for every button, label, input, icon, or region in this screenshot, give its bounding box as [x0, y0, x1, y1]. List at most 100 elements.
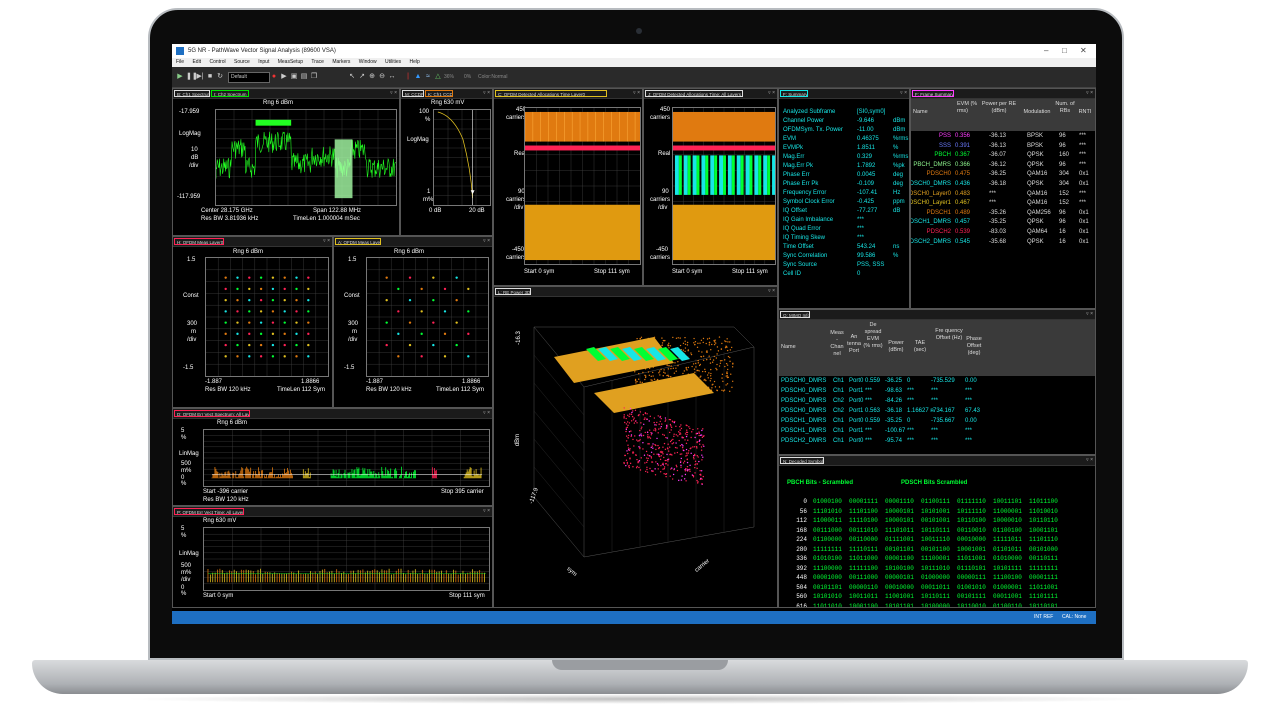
save-icon[interactable]: ▣	[290, 72, 298, 82]
re-point-magenta	[683, 460, 686, 462]
constellation-point	[283, 321, 286, 324]
step-icon[interactable]: ▶|	[196, 72, 204, 82]
panel-controls-icon[interactable]: ▿ ×	[390, 89, 397, 98]
marker-pointer-icon[interactable]: ↗	[358, 72, 366, 82]
re-point-orange	[687, 366, 690, 369]
app-icon	[176, 47, 184, 55]
re-point-magenta	[679, 432, 681, 434]
re-point-orange	[711, 361, 714, 363]
tab-decoded-symbols[interactable]: N: Decoded Symbols	[780, 457, 824, 464]
ccdf-marker	[470, 190, 475, 195]
menu-file[interactable]: File	[176, 59, 184, 65]
panel-controls-icon[interactable]: ▿ ×	[768, 287, 775, 296]
menu-window[interactable]: Window	[359, 59, 377, 65]
ccdf-tabs: M: CCDF1 K: Ch1 CCDF ▿ ×	[401, 89, 492, 99]
constellation-point	[271, 321, 275, 324]
frame-row-cell: 16	[1059, 238, 1066, 245]
constellation-point	[248, 287, 251, 291]
pause-icon[interactable]: ❚❚	[186, 72, 198, 82]
menu-input[interactable]: Input	[258, 59, 269, 65]
const2-plot[interactable]	[366, 257, 489, 377]
re-point-orange	[697, 359, 699, 362]
tab-ch1-ccdf[interactable]: K: Ch1 CCDF	[425, 90, 453, 97]
zoom-in-icon[interactable]: ⊕	[368, 72, 376, 82]
re-point-magenta	[691, 431, 693, 433]
errtime-plot[interactable]	[203, 527, 490, 591]
trace-icon[interactable]: ≈	[424, 72, 432, 82]
panel-controls-icon[interactable]: ▿ ×	[323, 237, 330, 246]
mimo-row-name: PDSCH0_DMRS	[781, 388, 827, 394]
layout-select[interactable]: Default	[228, 72, 270, 83]
tab-re-power-3d[interactable]: L: RE Power 3D	[495, 288, 531, 295]
stop-icon[interactable]: ■	[206, 72, 214, 82]
restart-icon[interactable]: ↻	[216, 72, 224, 82]
summary-label: Analyzed Subframe	[783, 109, 836, 115]
menu-control[interactable]: Control	[209, 59, 225, 65]
alloc1-plot[interactable]	[524, 107, 641, 265]
y-top-unit: %	[425, 117, 431, 123]
peak-icon[interactable]: ▲	[414, 72, 422, 82]
tab-err-vect-time[interactable]: P: OFDM Err Vect Time: All Layers	[174, 508, 244, 515]
re-point-magenta	[663, 434, 666, 436]
menu-source[interactable]: Source	[234, 59, 250, 65]
band-icon[interactable]: △	[434, 72, 442, 82]
tab-mimo-info[interactable]: Q: MIMO Info	[780, 311, 810, 318]
panel-controls-icon[interactable]: ▿ ×	[483, 409, 490, 418]
errspec-tabs: D: OFDM Err Vect Spectrum: All Layers ▿ …	[173, 409, 492, 419]
tab-frame-summary[interactable]: F: Frame Summary	[912, 90, 954, 97]
ccdf-plot[interactable]	[433, 109, 491, 206]
menu-markers[interactable]: Markers	[332, 59, 350, 65]
tab-alloc-all-layers[interactable]: J: OFDM Detected Allocations Time: All L…	[645, 90, 743, 97]
panel-controls-icon[interactable]: ▿ ×	[1086, 89, 1093, 98]
panel-controls-icon[interactable]: ▿ ×	[483, 89, 490, 98]
close-icon[interactable]: ✕	[1080, 44, 1087, 58]
record-icon[interactable]: ●	[270, 72, 278, 82]
copy-icon[interactable]: ❐	[310, 72, 318, 82]
tab-ch1-spectrum[interactable]: B: Ch1 Spectrum	[174, 90, 210, 97]
tab-err-vect-spectrum[interactable]: D: OFDM Err Vect Spectrum: All Layers	[174, 410, 250, 417]
re-point-orange	[714, 386, 717, 388]
panel-controls-icon[interactable]: ▿ ×	[483, 507, 490, 516]
re-point-orange	[682, 342, 685, 345]
alloc2-plot[interactable]	[672, 107, 776, 265]
alloc-pbch-bar	[687, 155, 691, 195]
minimize-icon[interactable]: –	[1044, 44, 1048, 58]
menu-meassetup[interactable]: MeasSetup	[278, 59, 303, 65]
tab-meas-layer0[interactable]: H: OFDM Meas Layer0	[174, 238, 224, 245]
marker-icon[interactable]: |	[404, 72, 412, 82]
tab-alloc-layer0[interactable]: C: OFDM Detected Allocations Time Layer0	[495, 90, 607, 97]
decoded-index: 616	[796, 602, 807, 608]
print-icon[interactable]: ▤	[300, 72, 308, 82]
pointer-icon[interactable]: ↖	[348, 72, 356, 82]
maximize-icon[interactable]: □	[1062, 44, 1067, 58]
color-mode[interactable]: Color:Normal	[478, 72, 507, 82]
const1-plot[interactable]	[205, 257, 329, 377]
re-point-magenta	[646, 471, 649, 473]
tab-summary[interactable]: F: Summary	[780, 90, 808, 97]
re-point-magenta	[670, 439, 673, 442]
summary-unit: dB	[893, 208, 901, 214]
zoom-out-icon[interactable]: ⊖	[378, 72, 386, 82]
play-recording-icon[interactable]: ▶	[280, 72, 288, 82]
play-icon[interactable]: ▶	[176, 72, 184, 82]
tab-ccdf1[interactable]: M: CCDF1	[402, 90, 424, 97]
panel-controls-icon[interactable]: ▿ ×	[1086, 456, 1093, 465]
re3d-graph[interactable]	[494, 297, 778, 608]
menu-help[interactable]: Help	[410, 59, 420, 65]
menu-utilities[interactable]: Utilities	[385, 59, 401, 65]
spectrum-plot[interactable]	[215, 109, 397, 206]
tab-ch2-spectrum[interactable]: I: Ch2 Spectrum	[211, 90, 249, 97]
panel-controls-icon[interactable]: ▿ ×	[633, 89, 640, 98]
mimo-row-cell: 0.559	[865, 378, 881, 384]
panel-controls-icon[interactable]: ▿ ×	[1086, 310, 1093, 319]
menu-trace[interactable]: Trace	[311, 59, 324, 65]
fit-icon[interactable]: ↔	[388, 72, 396, 82]
panel-controls-icon[interactable]: ▿ ×	[900, 89, 907, 98]
panel-controls-icon[interactable]: ▿ ×	[483, 237, 490, 246]
errspec-plot[interactable]	[203, 429, 490, 487]
tab-meas-layer1[interactable]: A: OFDM Meas Layer1	[335, 238, 381, 245]
menu-edit[interactable]: Edit	[192, 59, 201, 65]
panel-controls-icon[interactable]: ▿ ×	[768, 89, 775, 98]
re-point-magenta	[679, 453, 682, 455]
re-point-magenta	[625, 459, 628, 461]
